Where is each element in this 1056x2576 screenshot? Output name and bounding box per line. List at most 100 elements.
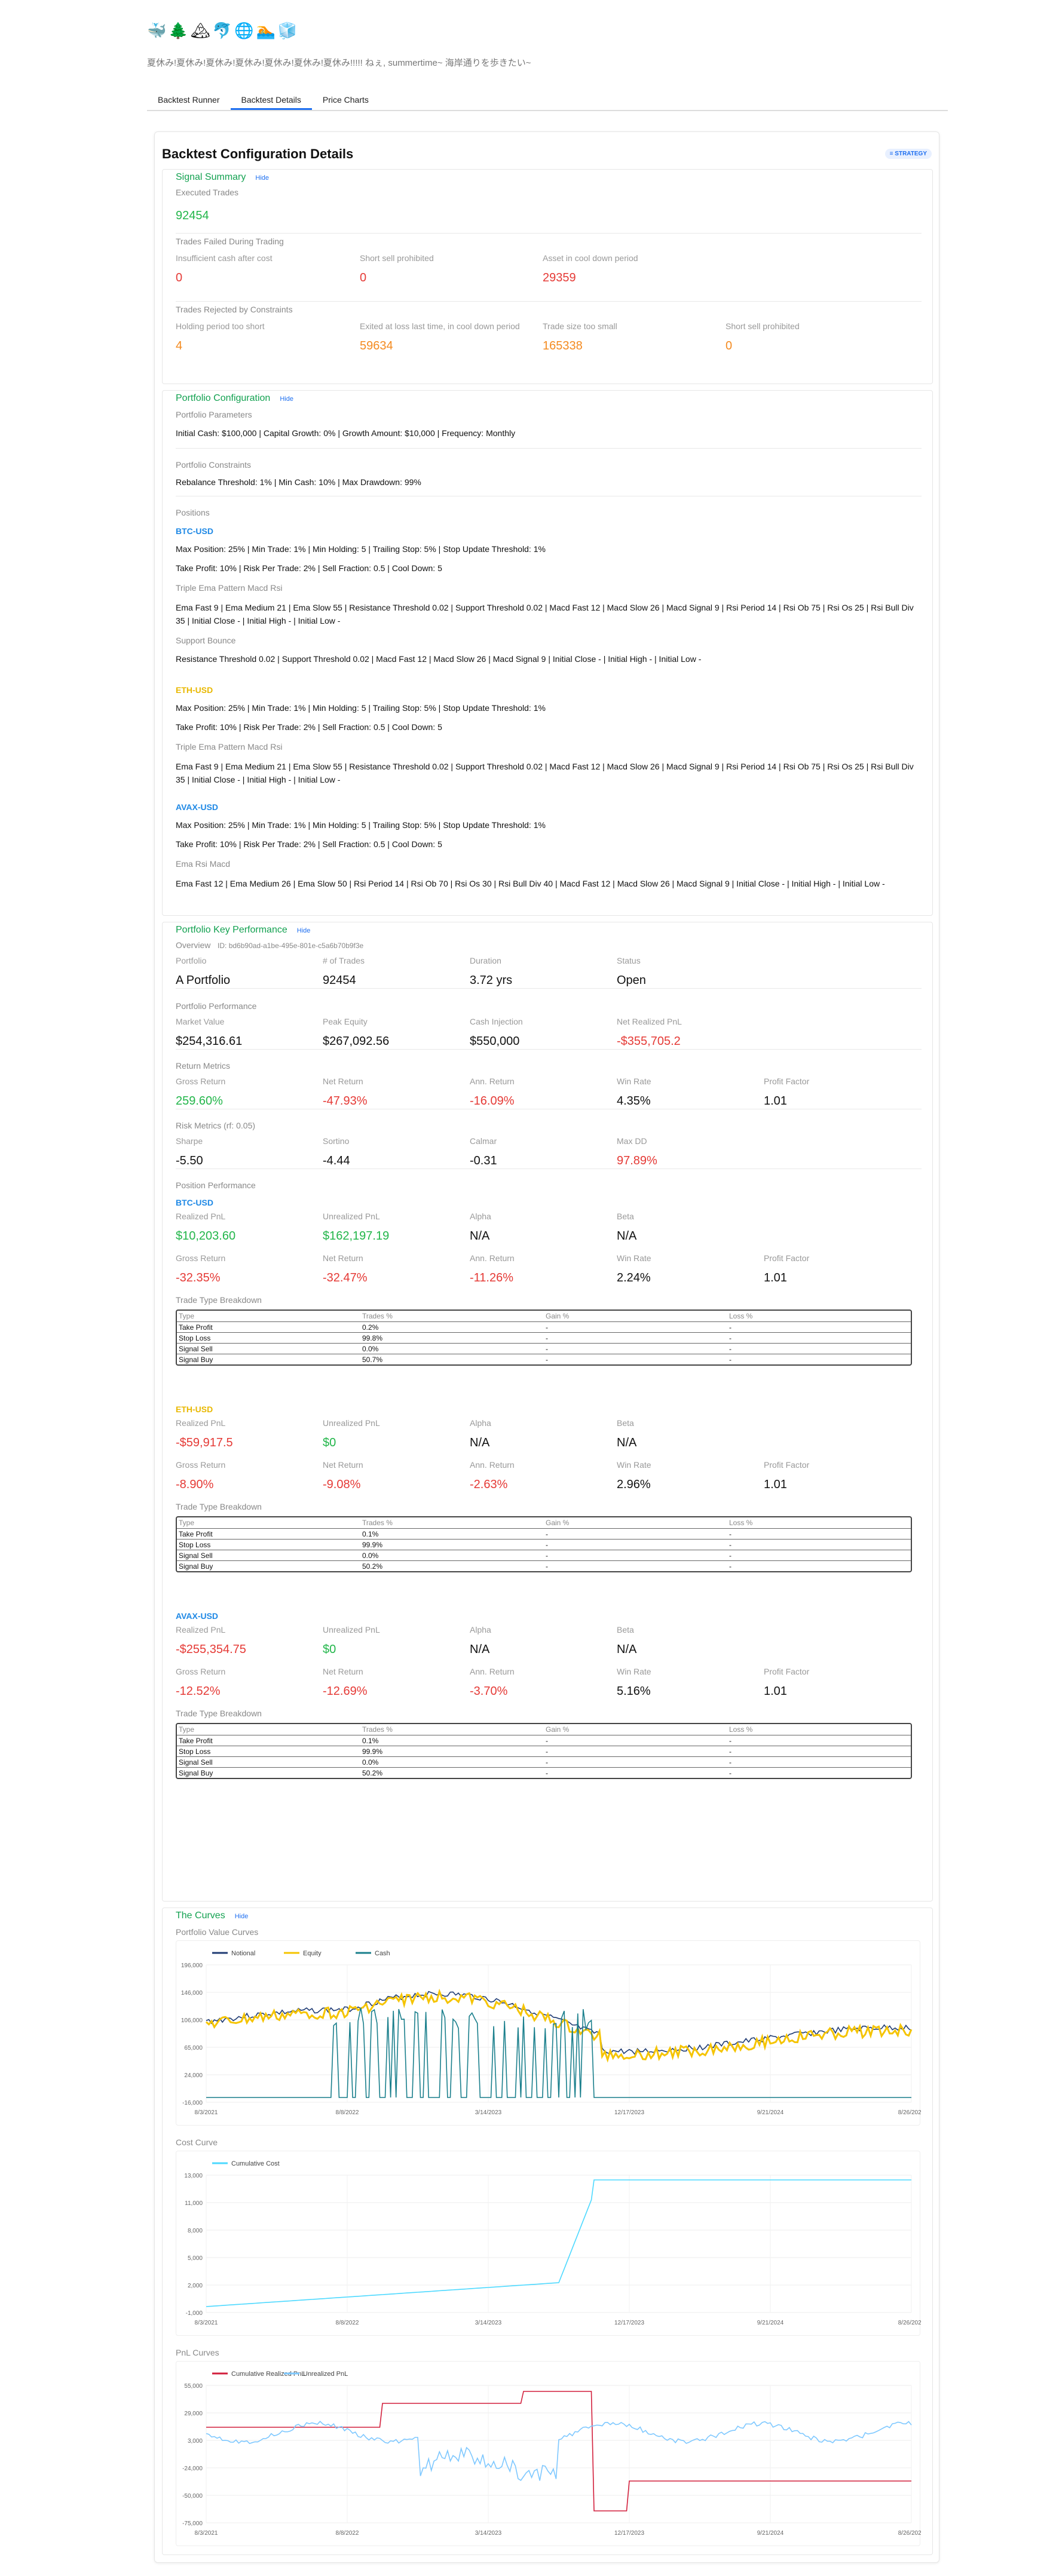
kpi-value: $10,203.60 — [176, 1229, 236, 1243]
constraints-value: Rebalance Threshold: 1% | Min Cash: 10% … — [176, 477, 421, 487]
tab-price-charts[interactable]: Price Charts — [312, 88, 379, 110]
y-tick-label: 3,000 — [188, 2438, 203, 2445]
kpi-label: Alpha — [470, 1212, 491, 1221]
tab-backtest-runner[interactable]: Backtest Runner — [147, 88, 231, 110]
kpi-label: Gross Return — [176, 1077, 226, 1086]
signal-summary-title: Signal Summary Hide — [176, 172, 269, 183]
x-tick-label: 9/21/2024 — [757, 2320, 784, 2326]
kpi-value: -$255,354.75 — [176, 1643, 246, 1656]
kpi-value: 2.24% — [617, 1271, 651, 1284]
trade-type-table: Type Trades % Gain % Loss % Take Profit 0.2% -… — [176, 1310, 912, 1366]
table-cell: - — [729, 1541, 731, 1549]
y-tick-label: 11,000 — [185, 2200, 203, 2207]
kpi-label: Duration — [470, 956, 501, 965]
params-label: Portfolio Parameters — [176, 410, 252, 419]
kpi-value: Open — [617, 974, 646, 987]
tab-backtest-details[interactable]: Backtest Details — [230, 88, 312, 110]
x-tick-label: 8/26/2025 — [898, 2320, 921, 2326]
hide-link[interactable]: Hide — [255, 174, 269, 182]
kpi-value: -4.44 — [323, 1154, 350, 1167]
table-cell: 0.0% — [362, 1758, 379, 1767]
positions-label: Positions — [176, 508, 210, 517]
kpi-value: N/A — [617, 1643, 637, 1656]
portfolio-config-title: Portfolio Configuration Hide — [176, 393, 293, 404]
metric-label: Holding period too short — [176, 321, 265, 331]
eth-line2: Take Profit: 10% | Risk Per Trade: 2% | … — [176, 722, 442, 732]
cost-label: Cost Curve — [176, 2138, 218, 2147]
kpi-label: Win Rate — [617, 1667, 651, 1676]
y-tick-label: 13,000 — [184, 2173, 203, 2179]
kpi-value: N/A — [470, 1643, 490, 1656]
kpi-label: Gross Return — [176, 1460, 226, 1470]
kpi-value: $550,000 — [470, 1035, 520, 1048]
table-cell: - — [729, 1530, 731, 1538]
table-cell: - — [546, 1334, 548, 1342]
btc-strategy2-params: Resistance Threshold 0.02 | Support Thre… — [176, 654, 702, 664]
table-header-cell: Loss % — [729, 1519, 753, 1527]
table-cell: 0.1% — [362, 1737, 379, 1745]
kpi-section: Portfolio Key Performance Hide Overview I… — [162, 922, 933, 1902]
hide-link[interactable]: Hide — [280, 395, 293, 403]
position-perf-label: Position Performance — [176, 1180, 256, 1190]
series-line — [206, 2007, 911, 2098]
kpi-value: -0.31 — [470, 1154, 497, 1167]
kpi-value: $0 — [323, 1436, 336, 1449]
legend-label: Unrealized PnL — [303, 2370, 348, 2378]
series-line — [205, 1988, 913, 2063]
y-tick-label: 65,000 — [184, 2045, 203, 2051]
table-header-cell: Trades % — [362, 1519, 393, 1527]
table-header-cell: Gain % — [546, 1725, 570, 1734]
kpi-label: Max DD — [617, 1136, 647, 1146]
failed-label: Trades Failed During Trading — [176, 237, 284, 246]
breakdown-label: Trade Type Breakdown — [176, 1295, 262, 1305]
series-line — [206, 2421, 912, 2481]
table-header-cell: Type — [179, 1312, 195, 1320]
table-cell: - — [729, 1323, 731, 1332]
kpi-label: Gross Return — [176, 1667, 226, 1676]
kpi-value: $267,092.56 — [323, 1035, 390, 1048]
series-line — [206, 1991, 912, 2056]
table-cell: Signal Buy — [179, 1562, 213, 1571]
metric-value: 4 — [176, 339, 183, 352]
table-cell: Signal Sell — [179, 1551, 213, 1560]
kpi-value: -12.52% — [176, 1685, 221, 1698]
signal-title-text: Signal Summary — [176, 172, 246, 182]
logo-icon: 🧊 — [277, 22, 298, 40]
rejected-label: Trades Rejected by Constraints — [176, 305, 293, 314]
kpi-label: Realized PnL — [176, 1212, 226, 1221]
kpi-label: Calmar — [470, 1136, 497, 1146]
kpi-label: Peak Equity — [323, 1017, 368, 1026]
kpi-label: Net Return — [323, 1460, 363, 1470]
breakdown-label: Trade Type Breakdown — [176, 1709, 262, 1718]
strategy-badge[interactable]: ≡ STRATEGY — [884, 149, 932, 159]
kpi-label: Net Return — [323, 1253, 363, 1263]
kpi-value: $254,316.61 — [176, 1035, 243, 1048]
eth-strategy1-params: Ema Fast 9 | Ema Medium 21 | Ema Slow 55… — [176, 762, 914, 784]
kpi-value: -16.09% — [470, 1094, 515, 1108]
cost-chart: Cumulative Cost 13,000 11,000 8,000 5,000 2,0… — [176, 2151, 925, 2336]
logo-icon: 🐬 — [212, 22, 232, 40]
hide-link[interactable]: Hide — [297, 927, 311, 934]
kpi-label: Realized PnL — [176, 1625, 226, 1634]
hide-link[interactable]: Hide — [235, 1913, 249, 1920]
eth-line1: Max Position: 25% | Min Trade: 1% | Min … — [176, 703, 546, 713]
table-cell: Stop Loss — [179, 1334, 211, 1342]
trade-type-table: Type Trades % Gain % Loss % Take Profit 0.1% -… — [176, 1516, 912, 1572]
kpi-value: A Portfolio — [176, 974, 231, 987]
table-row: Stop Loss 99.8% - - — [177, 1332, 911, 1343]
kpi-label: Status — [617, 956, 641, 965]
kpi-label: # of Trades — [323, 956, 365, 965]
kpi-label: Sortino — [323, 1136, 350, 1146]
kpi-label: Net Return — [323, 1667, 363, 1676]
x-tick-label: 8/26/2025 — [898, 2109, 921, 2116]
metric-label: Insufficient cash after cost — [176, 253, 273, 263]
table-cell: - — [729, 1769, 731, 1777]
portfolio-config-section: Portfolio Configuration Hide Portfolio Pa… — [162, 390, 933, 916]
y-tick-label: 5,000 — [188, 2255, 203, 2262]
table-cell: - — [546, 1356, 548, 1364]
table-cell: - — [729, 1737, 731, 1745]
table-cell: Take Profit — [179, 1323, 213, 1332]
x-tick-label: 8/3/2021 — [195, 2109, 218, 2116]
kpi-label: Unrealized PnL — [323, 1212, 380, 1221]
table-row: Stop Loss 99.9% - - — [177, 1539, 911, 1550]
